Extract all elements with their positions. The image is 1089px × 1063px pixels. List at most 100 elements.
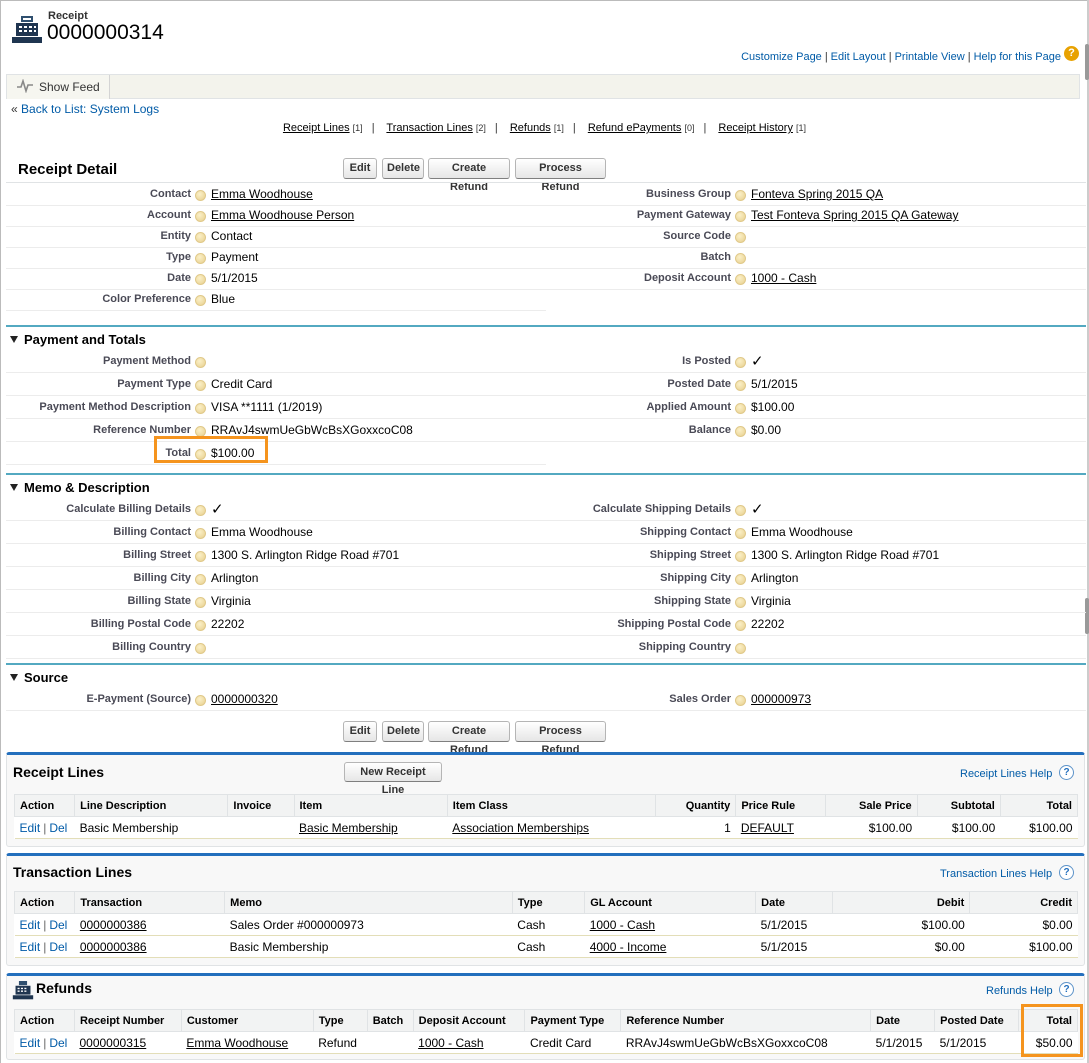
related-link-refunds[interactable]: Refunds bbox=[510, 122, 551, 134]
help-info-icon[interactable] bbox=[735, 190, 746, 201]
memo-cell: Sales Order #000000973 bbox=[224, 913, 513, 936]
scrollbar-knob-middle[interactable] bbox=[1085, 598, 1089, 634]
edit-link[interactable]: Edit bbox=[20, 918, 41, 932]
del-link[interactable]: Del bbox=[49, 940, 67, 954]
back-prefix: « bbox=[11, 102, 18, 116]
process-refund-button[interactable]: Process Refund bbox=[515, 158, 606, 193]
help-info-icon[interactable] bbox=[735, 232, 746, 243]
transaction-lines-title: Transaction Lines bbox=[13, 864, 133, 880]
help-info-icon[interactable] bbox=[195, 528, 206, 539]
receipt-detail-title: Receipt Detail bbox=[18, 161, 118, 178]
item-class-link[interactable]: Association Memberships bbox=[452, 821, 589, 835]
help-info-icon[interactable] bbox=[195, 295, 206, 306]
field-value-link[interactable]: 000000973 bbox=[751, 692, 811, 706]
delete-button[interactable]: Delete bbox=[382, 158, 424, 179]
field-value-link[interactable]: 1000 - Cash bbox=[751, 271, 816, 285]
help-info-icon[interactable] bbox=[195, 695, 206, 706]
receipt-lines-help-link[interactable]: Receipt Lines Help bbox=[960, 768, 1052, 780]
transaction-lines-help-link[interactable]: Transaction Lines Help bbox=[940, 868, 1052, 880]
help-info-icon[interactable] bbox=[735, 574, 746, 585]
related-link-refund-epayments[interactable]: Refund ePayments bbox=[588, 122, 682, 134]
help-icon[interactable]: ? bbox=[1064, 46, 1079, 61]
field-value-link[interactable]: Fonteva Spring 2015 QA bbox=[751, 187, 883, 201]
help-info-icon[interactable] bbox=[735, 620, 746, 631]
help-icon[interactable]: ? bbox=[1059, 865, 1074, 880]
help-info-icon[interactable] bbox=[735, 597, 746, 608]
help-icon[interactable]: ? bbox=[1059, 982, 1074, 997]
gl-account-link[interactable]: 1000 - Cash bbox=[590, 918, 655, 932]
customer-link[interactable]: Emma Woodhouse bbox=[186, 1036, 288, 1050]
help-for-page-link[interactable]: Help for this Page bbox=[974, 51, 1061, 63]
help-info-icon[interactable] bbox=[195, 574, 206, 585]
help-info-icon[interactable] bbox=[195, 505, 206, 516]
create-refund-button[interactable]: Create Refund bbox=[428, 158, 510, 193]
help-info-icon[interactable] bbox=[735, 695, 746, 706]
refunds-help-link[interactable]: Refunds Help bbox=[986, 985, 1053, 997]
help-info-icon[interactable] bbox=[195, 253, 206, 264]
edit-link[interactable]: Edit bbox=[20, 1036, 41, 1050]
help-info-icon[interactable] bbox=[195, 380, 206, 391]
help-info-icon[interactable] bbox=[735, 253, 746, 264]
edit-button[interactable]: Edit bbox=[343, 158, 377, 179]
customize-page-link[interactable]: Customize Page bbox=[741, 51, 822, 63]
delete-button-bottom[interactable]: Delete bbox=[382, 721, 424, 742]
scrollbar-knob-top[interactable] bbox=[1085, 44, 1089, 80]
collapse-triangle-icon[interactable] bbox=[10, 484, 18, 491]
help-info-icon[interactable] bbox=[735, 357, 746, 368]
transaction-link[interactable]: 0000000386 bbox=[80, 940, 147, 954]
help-info-icon[interactable] bbox=[735, 274, 746, 285]
related-link-transaction-lines[interactable]: Transaction Lines bbox=[386, 122, 472, 134]
receipt-lines-panel: Receipt Lines New Receipt Line Receipt L… bbox=[6, 752, 1085, 847]
help-info-icon[interactable] bbox=[195, 211, 206, 222]
printable-view-link[interactable]: Printable View bbox=[895, 51, 965, 63]
edit-link[interactable]: Edit bbox=[20, 821, 41, 835]
show-feed-button[interactable]: Show Feed bbox=[7, 75, 110, 99]
column-header: Invoice bbox=[227, 794, 295, 817]
help-icon[interactable]: ? bbox=[1059, 765, 1074, 780]
del-link[interactable]: Del bbox=[49, 821, 67, 835]
create-refund-button-bottom[interactable]: Create Refund bbox=[428, 721, 510, 756]
receipt-number-link[interactable]: 0000000315 bbox=[79, 1036, 146, 1050]
help-info-icon[interactable] bbox=[735, 643, 746, 654]
field-value-link[interactable]: Emma Woodhouse bbox=[211, 187, 313, 201]
field-value-link[interactable]: Test Fonteva Spring 2015 QA Gateway bbox=[751, 208, 958, 222]
back-to-list-link[interactable]: Back to List: System Logs bbox=[21, 102, 159, 116]
help-info-icon[interactable] bbox=[195, 274, 206, 285]
help-info-icon[interactable] bbox=[735, 403, 746, 414]
help-info-icon[interactable] bbox=[735, 380, 746, 391]
del-link[interactable]: Del bbox=[49, 1036, 67, 1050]
related-link-receipt-history[interactable]: Receipt History bbox=[718, 122, 793, 134]
deposit-account-link[interactable]: 1000 - Cash bbox=[418, 1036, 483, 1050]
help-info-icon[interactable] bbox=[195, 643, 206, 654]
field-value: 22202 bbox=[751, 617, 785, 631]
help-info-icon[interactable] bbox=[735, 551, 746, 562]
gl-account-link[interactable]: 4000 - Income bbox=[590, 940, 667, 954]
collapse-triangle-icon[interactable] bbox=[10, 336, 18, 343]
help-info-icon[interactable] bbox=[195, 551, 206, 562]
row-divider bbox=[6, 289, 546, 290]
help-info-icon[interactable] bbox=[735, 426, 746, 437]
help-info-icon[interactable] bbox=[195, 620, 206, 631]
related-link-receipt-lines[interactable]: Receipt Lines bbox=[283, 122, 350, 134]
edit-link[interactable]: Edit bbox=[20, 940, 41, 954]
help-info-icon[interactable] bbox=[195, 190, 206, 201]
process-refund-button-bottom[interactable]: Process Refund bbox=[515, 721, 606, 756]
help-info-icon[interactable] bbox=[195, 597, 206, 608]
del-link[interactable]: Del bbox=[49, 918, 67, 932]
help-info-icon[interactable] bbox=[735, 528, 746, 539]
help-info-icon[interactable] bbox=[195, 357, 206, 368]
help-info-icon[interactable] bbox=[735, 211, 746, 222]
help-info-icon[interactable] bbox=[195, 232, 206, 243]
field-value-link[interactable]: Emma Woodhouse Person bbox=[211, 208, 354, 222]
edit-layout-link[interactable]: Edit Layout bbox=[831, 51, 886, 63]
field-label: Reference Number bbox=[93, 424, 191, 436]
item-link[interactable]: Basic Membership bbox=[299, 821, 398, 835]
edit-button-bottom[interactable]: Edit bbox=[343, 721, 377, 742]
collapse-triangle-icon[interactable] bbox=[10, 674, 18, 681]
new-receipt-line-button[interactable]: New Receipt Line bbox=[344, 762, 442, 796]
transaction-link[interactable]: 0000000386 bbox=[80, 918, 147, 932]
help-info-icon[interactable] bbox=[195, 403, 206, 414]
field-value-link[interactable]: 0000000320 bbox=[211, 692, 278, 706]
help-info-icon[interactable] bbox=[735, 505, 746, 516]
price-rule-link[interactable]: DEFAULT bbox=[741, 821, 794, 835]
